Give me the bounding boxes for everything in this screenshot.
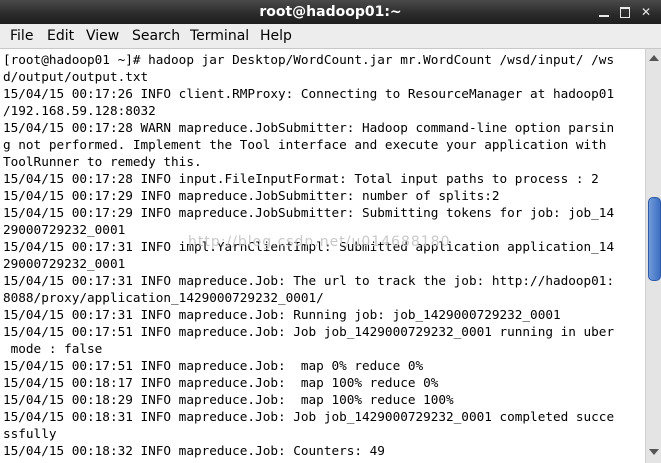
minimize-icon[interactable] xyxy=(596,4,612,20)
close-icon[interactable]: ✕ xyxy=(638,4,654,20)
terminal-line: 15/04/15 00:17:26 INFO client.RMProxy: C… xyxy=(3,86,615,101)
maximize-icon[interactable] xyxy=(617,4,633,20)
scrollbar-thumb[interactable] xyxy=(648,197,661,281)
terminal-line: mode : false xyxy=(3,341,103,356)
terminal-line: ssfully xyxy=(3,426,57,441)
scroll-down-arrow-icon[interactable] xyxy=(649,449,659,455)
menu-help[interactable]: Help xyxy=(258,24,294,48)
scroll-up-arrow-icon[interactable] xyxy=(649,55,659,61)
terminal-line: 15/04/15 00:18:29 INFO mapreduce.Job: ma… xyxy=(3,392,454,407)
terminal-output[interactable]: [root@hadoop01 ~]# hadoop jar Desktop/Wo… xyxy=(0,49,644,463)
vertical-scrollbar[interactable] xyxy=(645,49,661,463)
window-title: root@hadoop01:~ xyxy=(259,4,402,20)
terminal-line: 15/04/15 00:17:29 INFO mapreduce.JobSubm… xyxy=(3,205,615,220)
terminal-line: 15/04/15 00:17:28 INFO input.FileInputFo… xyxy=(3,171,599,186)
terminal-line: 15/04/15 00:17:31 INFO mapreduce.Job: Ru… xyxy=(3,307,561,322)
menu-search[interactable]: Search xyxy=(130,24,182,48)
terminal-line: g not performed. Implement the Tool inte… xyxy=(3,137,607,152)
terminal-line: /192.168.59.128:8032 xyxy=(3,103,156,118)
terminal-line: 15/04/15 00:17:29 INFO mapreduce.JobSubm… xyxy=(3,188,500,203)
terminal-line: [root@hadoop01 ~]# hadoop jar Desktop/Wo… xyxy=(3,52,615,67)
terminal-line: 8088/proxy/application_1429000729232_000… xyxy=(3,290,324,305)
terminal-line: 15/04/15 00:18:31 INFO mapreduce.Job: Jo… xyxy=(3,409,615,424)
terminal-line: 15/04/15 00:17:28 WARN mapreduce.JobSubm… xyxy=(3,120,615,135)
terminal-window: root@hadoop01:~ ✕ File Edit View Search … xyxy=(0,0,661,463)
title-bar[interactable]: root@hadoop01:~ ✕ xyxy=(0,0,661,24)
terminal-line: 29000729232_0001 xyxy=(3,256,126,271)
terminal-line: 15/04/15 00:17:51 INFO mapreduce.Job: ma… xyxy=(3,358,424,373)
terminal-line: d/output/output.txt xyxy=(3,69,149,84)
menu-edit[interactable]: Edit xyxy=(45,24,76,48)
terminal-line: 15/04/15 00:17:51 INFO mapreduce.Job: Jo… xyxy=(3,324,615,339)
menu-view[interactable]: View xyxy=(84,24,121,48)
terminal-line: 29000729232_0001 xyxy=(3,222,126,237)
menu-file[interactable]: File xyxy=(8,24,35,48)
terminal-line: 15/04/15 00:18:32 INFO mapreduce.Job: Co… xyxy=(3,443,385,458)
menu-bar: File Edit View Search Terminal Help xyxy=(0,24,661,49)
terminal-line: 15/04/15 00:18:17 INFO mapreduce.Job: ma… xyxy=(3,375,439,390)
blog-watermark: http://blog.csdn.net/u014688180 xyxy=(188,234,451,250)
menu-terminal[interactable]: Terminal xyxy=(188,24,251,48)
terminal-line: 15/04/15 00:17:31 INFO mapreduce.Job: Th… xyxy=(3,273,615,288)
terminal-line: ToolRunner to remedy this. xyxy=(3,154,202,169)
